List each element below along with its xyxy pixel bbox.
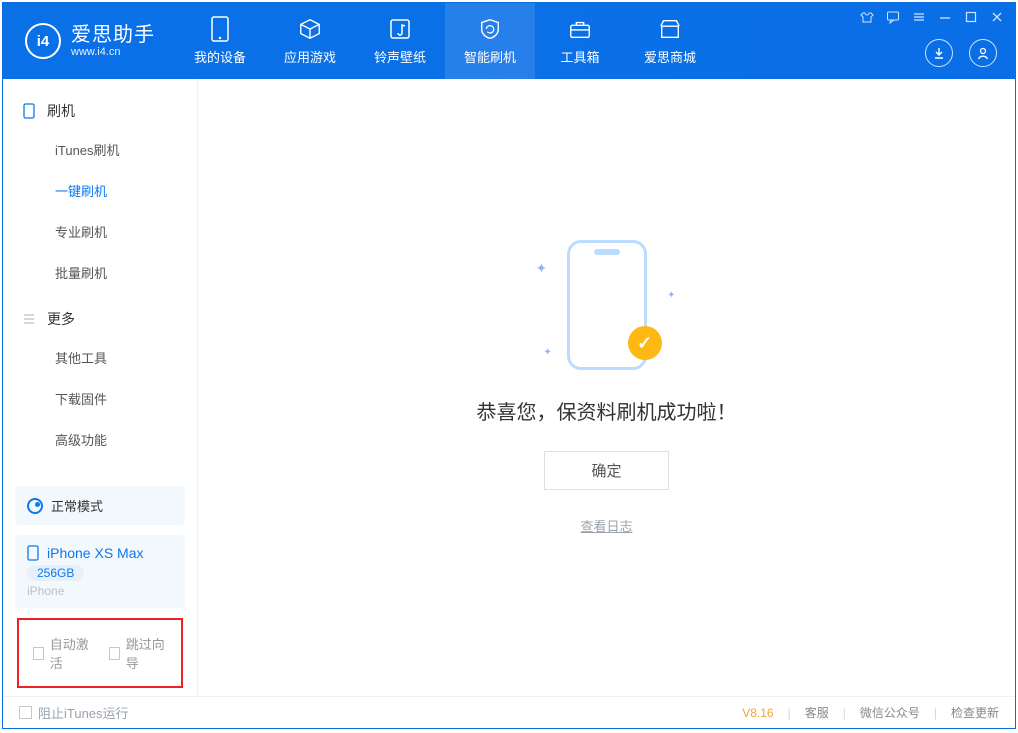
link-wechat[interactable]: 微信公众号	[860, 704, 920, 721]
cube-icon	[298, 17, 322, 41]
checkbox-icon	[19, 706, 32, 719]
checkbox-icon	[33, 647, 44, 660]
phone-icon	[21, 103, 37, 119]
device-icon	[208, 17, 232, 41]
tab-toolbox[interactable]: 工具箱	[535, 3, 625, 79]
menu-icon[interactable]	[911, 9, 927, 25]
sidebar-item-pro-flash[interactable]: 专业刷机	[3, 211, 197, 252]
statusbar: 阻止iTunes运行 V8.16 | 客服 | 微信公众号 | 检查更新	[3, 696, 1015, 728]
feedback-icon[interactable]	[885, 9, 901, 25]
toolbox-icon	[568, 17, 592, 41]
shield-sync-icon	[478, 17, 502, 41]
sidebar-item-download-firmware[interactable]: 下载固件	[3, 378, 197, 419]
success-message: 恭喜您，保资料刷机成功啦！	[477, 396, 737, 425]
tshirt-icon[interactable]	[859, 9, 875, 25]
view-log-link[interactable]: 查看日志	[580, 516, 632, 535]
sidebar-item-itunes-flash[interactable]: iTunes刷机	[3, 129, 197, 170]
account-button[interactable]	[969, 39, 997, 67]
main-content: ✦ ✦ ✦ ✓ 恭喜您，保资料刷机成功啦！ 确定 查看日志	[198, 79, 1015, 696]
checkbox-icon	[109, 647, 120, 660]
device-card[interactable]: iPhone XS Max 256GB iPhone	[15, 535, 185, 608]
brand-logo-icon: i4	[25, 23, 61, 59]
brand-title: 爱思助手	[71, 24, 155, 46]
tab-smart-flash[interactable]: 智能刷机	[445, 3, 535, 79]
sparkle-icon: ✦	[667, 290, 675, 301]
main-tabs: 我的设备 应用游戏 铃声壁纸 智能刷机 工具箱 爱思商城	[175, 3, 715, 79]
sidebar: 刷机 iTunes刷机 一键刷机 专业刷机 批量刷机 更多 其他工具 下载固件 …	[3, 79, 198, 696]
sidebar-item-batch-flash[interactable]: 批量刷机	[3, 252, 197, 293]
version-label: V8.16	[742, 706, 773, 720]
minimize-button[interactable]	[937, 9, 953, 25]
tab-label: 我的设备	[194, 47, 246, 66]
checkbox-auto-activate[interactable]: 自动激活	[33, 634, 91, 672]
sidebar-section-flash: 刷机	[3, 93, 197, 129]
link-check-update[interactable]: 检查更新	[951, 704, 999, 721]
section-title: 刷机	[47, 101, 75, 121]
window-controls	[859, 9, 1005, 25]
options-highlighted: 自动激活 跳过向导	[17, 618, 183, 688]
tab-label: 工具箱	[560, 47, 599, 66]
tab-apps-games[interactable]: 应用游戏	[265, 3, 355, 79]
ok-button[interactable]: 确定	[544, 451, 668, 490]
tab-label: 爱思商城	[644, 47, 696, 66]
capacity-badge: 256GB	[27, 565, 84, 581]
mode-icon	[27, 498, 43, 514]
brand-subtitle: www.i4.cn	[71, 46, 155, 58]
brand: i4 爱思助手 www.i4.cn	[3, 3, 175, 79]
close-button[interactable]	[989, 9, 1005, 25]
mode-label: 正常模式	[51, 496, 103, 515]
tab-label: 铃声壁纸	[374, 47, 426, 66]
sparkle-icon: ✦	[544, 347, 552, 358]
app-window: i4 爱思助手 www.i4.cn 我的设备 应用游戏 铃声壁纸 智能刷机	[2, 2, 1016, 729]
sidebar-item-other-tools[interactable]: 其他工具	[3, 337, 197, 378]
tab-label: 应用游戏	[284, 47, 336, 66]
store-icon	[658, 17, 682, 41]
tab-my-device[interactable]: 我的设备	[175, 3, 265, 79]
section-title: 更多	[47, 309, 75, 329]
mode-indicator[interactable]: 正常模式	[15, 486, 185, 525]
maximize-button[interactable]	[963, 9, 979, 25]
tab-store[interactable]: 爱思商城	[625, 3, 715, 79]
sidebar-item-advanced[interactable]: 高级功能	[3, 419, 197, 460]
device-type: iPhone	[27, 584, 173, 598]
link-support[interactable]: 客服	[805, 704, 829, 721]
music-note-icon	[388, 17, 412, 41]
download-button[interactable]	[925, 39, 953, 67]
sidebar-item-onekey-flash[interactable]: 一键刷机	[3, 170, 197, 211]
titlebar: i4 爱思助手 www.i4.cn 我的设备 应用游戏 铃声壁纸 智能刷机	[3, 3, 1015, 79]
header-right-actions	[925, 39, 997, 67]
success-illustration: ✦ ✦ ✦ ✓	[542, 240, 672, 370]
sparkle-icon: ✦	[536, 260, 548, 277]
sidebar-section-more: 更多	[3, 301, 197, 337]
tab-ringtone-wallpaper[interactable]: 铃声壁纸	[355, 3, 445, 79]
phone-outline-icon	[27, 545, 39, 561]
list-icon	[21, 311, 37, 327]
checkbox-block-itunes[interactable]: 阻止iTunes运行	[19, 703, 129, 722]
check-badge-icon: ✓	[628, 326, 662, 360]
device-name: iPhone XS Max	[47, 545, 144, 561]
tab-label: 智能刷机	[464, 47, 516, 66]
checkbox-skip-guide[interactable]: 跳过向导	[109, 634, 167, 672]
